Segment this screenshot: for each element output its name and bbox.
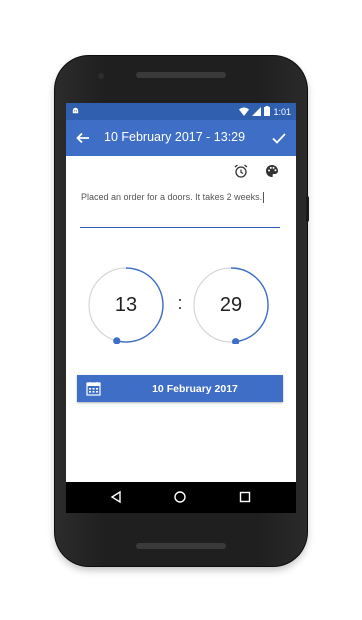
calendar-icon — [86, 381, 101, 396]
bottom-speaker — [136, 543, 226, 549]
screen: 1:01 10 February 2017 - 13:29 Placed an … — [66, 103, 296, 513]
text-cursor — [263, 192, 265, 204]
minute-value: 29 — [219, 293, 243, 316]
time-separator: : — [177, 293, 183, 313]
top-speaker — [136, 72, 226, 78]
status-bar: 1:01 — [66, 103, 296, 120]
arrow-back-icon[interactable] — [74, 129, 92, 147]
status-time: 1:01 — [273, 107, 291, 117]
note-text: Placed an order for a doors. It takes 2 … — [81, 192, 263, 202]
hour-dial[interactable]: 13 — [87, 266, 165, 345]
nav-home-icon[interactable] — [173, 490, 187, 504]
wifi-icon — [239, 107, 250, 118]
palette-icon[interactable] — [265, 164, 279, 178]
minute-dial[interactable]: 29 — [192, 266, 270, 346]
nav-recents-icon[interactable] — [238, 490, 252, 504]
power-button — [306, 196, 309, 222]
alarm-icon[interactable] — [234, 164, 248, 178]
note-underline — [80, 227, 280, 228]
android-notification-icon — [71, 106, 80, 117]
page-title: 10 February 2017 - 13:29 — [104, 130, 246, 144]
note-field[interactable]: Placed an order for a doors. It takes 2 … — [81, 192, 281, 204]
navigation-bar — [66, 482, 296, 513]
hour-value: 13 — [114, 293, 138, 316]
battery-icon — [264, 106, 271, 118]
signal-icon — [252, 106, 262, 118]
app-bar: 10 February 2017 - 13:29 — [66, 120, 296, 156]
check-icon[interactable] — [270, 129, 288, 147]
front-camera — [98, 73, 104, 79]
nav-back-icon[interactable] — [109, 490, 123, 504]
date-label: 10 February 2017 — [152, 383, 238, 395]
status-right-group: 1:01 — [239, 106, 291, 118]
date-picker-button[interactable]: 10 February 2017 — [77, 375, 283, 402]
